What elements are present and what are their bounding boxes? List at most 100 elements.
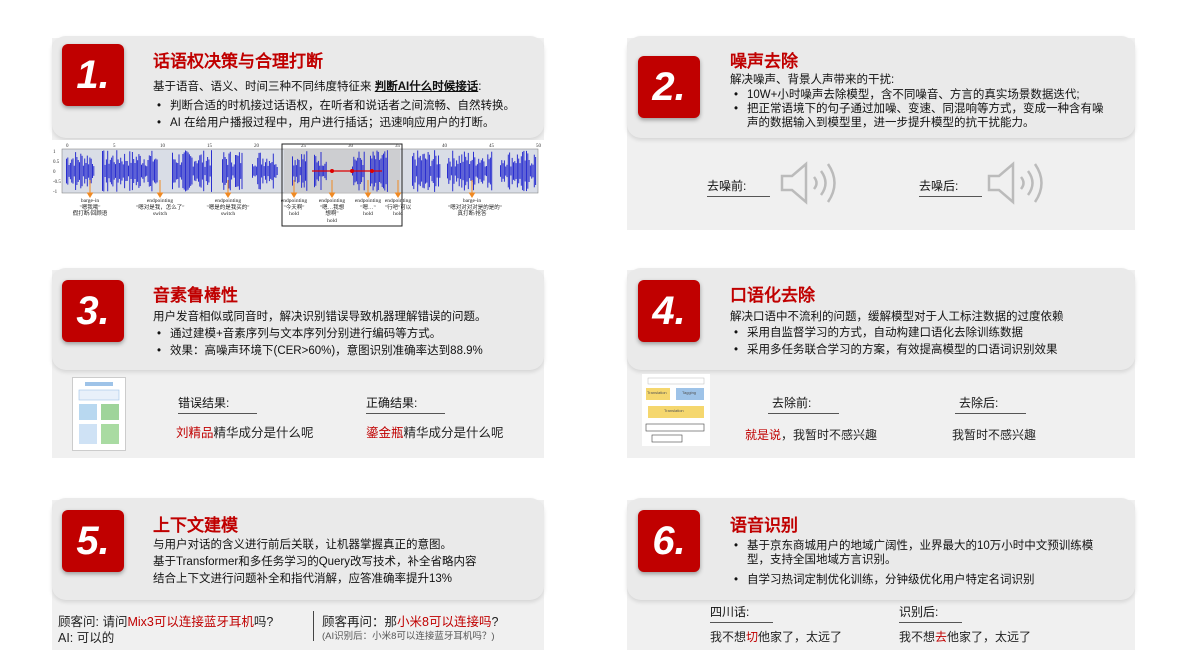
waveform-arrowhead xyxy=(156,192,164,198)
waveform-bar xyxy=(71,159,73,183)
waveform-bar xyxy=(113,162,115,180)
waveform-bar xyxy=(448,158,450,184)
section-3-title: 音素鲁棒性 xyxy=(153,286,238,305)
waveform-bar xyxy=(151,150,153,192)
waveform-bar xyxy=(274,164,276,178)
section-4-before-red: 就是说 xyxy=(745,428,782,442)
section-3-wrong-result: 刘精品精华成分是什么呢 xyxy=(176,422,314,441)
waveform-arrowhead xyxy=(224,192,232,198)
waveform-bar xyxy=(228,153,230,189)
waveform-bar xyxy=(227,164,229,178)
waveform-bar xyxy=(198,160,199,182)
waveform-bar xyxy=(143,159,145,183)
waveform-bar xyxy=(192,166,194,176)
waveform-tick-label: 40 xyxy=(442,144,448,149)
section-1-intro: 基于语音、语义、时间三种不同纬度特征来 判断AI什么时候接话: xyxy=(153,80,481,94)
section-5-number-badge: 5. xyxy=(62,510,124,572)
waveform-bar xyxy=(266,158,268,184)
section-4-bullet-1-text: 采用自监督学习的方式，自动构建口语化去除训练数据 xyxy=(747,327,1023,339)
section-3-diagram-thumbnail xyxy=(72,377,126,451)
waveform-bar xyxy=(152,161,154,181)
waveform-bar xyxy=(450,166,452,176)
waveform-bar xyxy=(449,161,451,181)
waveform-arrowhead xyxy=(86,192,94,198)
waveform-y-label: 0 xyxy=(53,170,56,175)
section-6-title: 语音识别 xyxy=(730,516,798,535)
waveform-bar xyxy=(117,159,119,183)
section-5-line-2: 基于Transformer和多任务学习的Query改写技术，补全省略内容 xyxy=(153,556,477,568)
waveform-bar xyxy=(116,150,118,192)
waveform-bar xyxy=(93,166,95,176)
section-3-right-label: 正确结果: xyxy=(366,394,446,414)
waveform-bar xyxy=(208,159,210,183)
waveform-bar xyxy=(135,156,137,186)
waveform-bar xyxy=(465,156,467,186)
section-4-before-text: 就是说，我暂时不感兴趣 xyxy=(745,426,877,443)
waveform-bar xyxy=(507,154,509,188)
waveform-bar xyxy=(487,154,489,188)
waveform-bar xyxy=(231,162,233,180)
waveform-bar xyxy=(452,150,454,192)
section-5-line-3: 结合上下文进行问题补全和指代消解，应答准确率提升13% xyxy=(153,573,453,585)
section-4-diagram-thumbnail: Translation Tagging Translation xyxy=(642,374,710,446)
waveform-bar xyxy=(194,161,196,181)
waveform-bar xyxy=(484,166,486,176)
speaker-icon-before[interactable] xyxy=(778,158,844,213)
section-6-left-red: 切 xyxy=(746,630,759,644)
section-2-bullet-1: • 10W+小时噪声去除模型，含不同噪音、方言的真实场景数据迭代; xyxy=(734,89,1080,101)
waveform-bar xyxy=(126,161,128,181)
waveform-bar xyxy=(186,151,188,191)
waveform-bar xyxy=(107,150,109,192)
waveform-bar xyxy=(177,163,179,179)
section-1-intro-bold: 判断AI什么时候接话 xyxy=(374,81,479,93)
waveform-y-label: -0.5 xyxy=(53,180,61,185)
waveform-bar xyxy=(475,165,477,177)
waveform-bar xyxy=(233,164,235,178)
waveform-bar xyxy=(460,163,461,179)
waveform-bar xyxy=(124,153,126,189)
waveform-bar xyxy=(191,157,193,185)
diagram-label-3: Translation xyxy=(664,408,684,413)
section-6-bullet-1: • 基于京东商城用户的地域广阔性，业界最大的10万小时中文预训练模型，支持全国地域… xyxy=(734,540,1094,566)
waveform-bar xyxy=(474,157,476,185)
section-6-bullet-1-text: 基于京东商城用户的地域广阔性，业界最大的10万小时中文预训练模型，支持全国地域方… xyxy=(747,540,1094,566)
waveform-bar xyxy=(520,156,522,186)
waveform-bar xyxy=(532,164,534,178)
waveform-bar xyxy=(118,163,120,179)
waveform-bar xyxy=(90,158,92,184)
section-4-bullet-2-text: 采用多任务联合学习的方案，有效提高模型的口语词识别效果 xyxy=(747,344,1058,356)
waveform-bar xyxy=(146,166,148,176)
waveform-bar xyxy=(173,159,175,183)
waveform-bar xyxy=(209,165,211,177)
waveform-bar xyxy=(174,159,176,183)
waveform-bar xyxy=(306,151,308,191)
waveform-bar xyxy=(211,150,212,192)
waveform-bar xyxy=(425,158,426,184)
section-3-intro: 用户发音相似或同音时，解决识别错误导致机器理解错误的问题。 xyxy=(153,311,487,323)
section-5-q1-suffix: 吗? xyxy=(253,615,274,629)
waveform-bar xyxy=(108,163,110,179)
waveform-bar xyxy=(303,154,305,188)
section-6-bullet-2-text: 自学习热词定制优化训练，分钟级优化用户特定名词识别 xyxy=(747,574,1035,586)
section-2-number-badge: 2. xyxy=(638,56,700,118)
waveform-bar xyxy=(470,161,472,181)
waveform-annotation: endpointing "嗯对是我，怎么了" switch xyxy=(136,198,185,217)
waveform-bar xyxy=(456,160,458,182)
waveform-bar xyxy=(77,160,79,182)
waveform-tick-label: 15 xyxy=(207,144,213,149)
waveform-annotation: endpointing "行吧"可以 hold xyxy=(384,198,412,217)
waveform-bar xyxy=(466,160,468,182)
section-2-title: 噪声去除 xyxy=(730,52,798,71)
waveform-bar xyxy=(305,161,306,181)
waveform-bar xyxy=(533,154,535,188)
section-2-bullet-1-text: 10W+小时噪声去除模型，含不同噪音、方言的真实场景数据迭代; xyxy=(747,89,1080,101)
waveform-bar xyxy=(147,160,149,182)
section-4-after-label: 去除后: xyxy=(955,394,1027,414)
waveform-bar xyxy=(187,152,189,190)
waveform-bar xyxy=(515,163,517,179)
waveform-bar xyxy=(255,166,257,176)
section-6-right-text: 我不想去他家了，太远了 xyxy=(899,628,1031,645)
speaker-icon-after[interactable] xyxy=(985,158,1051,213)
section-5-q2-prefix: 顾客再问：那 xyxy=(322,615,398,629)
waveform-bar xyxy=(88,164,90,178)
